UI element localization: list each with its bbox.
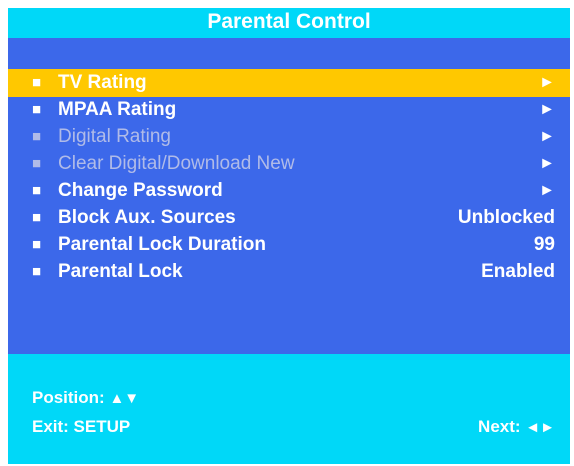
bullet-icon: ■	[32, 209, 42, 226]
menu-item-label: MPAA Rating	[58, 99, 177, 120]
menu-item-mpaa-rating[interactable]: ■ MPAA Rating ►	[8, 96, 570, 124]
footer-position-label: Position:	[32, 388, 105, 407]
menu-item-block-aux-sources[interactable]: ■ Block Aux. Sources Unblocked	[8, 204, 570, 232]
parental-control-osd: Parental Control ■ TV Rating ► ■ MPAA Ra…	[8, 8, 570, 464]
menu-item-clear-digital: ■ Clear Digital/Download New ►	[8, 150, 570, 178]
menu-item-label: Parental Lock	[58, 261, 183, 282]
menu-item-label: Digital Rating	[58, 126, 171, 147]
chevron-right-icon: ►	[539, 182, 555, 199]
up-down-arrows-icon: ▲▼	[109, 390, 140, 407]
menu-item-value: Unblocked	[457, 207, 555, 228]
bullet-icon: ■	[32, 128, 42, 145]
chevron-right-icon: ►	[539, 101, 555, 118]
left-right-arrows-icon: ◄►	[525, 419, 555, 436]
footer-exit-hint: Exit: SETUP	[32, 417, 131, 436]
chevron-right-icon: ►	[539, 74, 555, 91]
bullet-icon: ■	[32, 155, 42, 172]
menu-item-value: Enabled	[481, 261, 555, 282]
bullet-icon: ■	[32, 236, 42, 253]
chevron-right-icon: ►	[539, 155, 555, 172]
bullet-icon: ■	[32, 263, 42, 280]
menu-item-label: Block Aux. Sources	[58, 207, 236, 228]
menu-item-parental-lock[interactable]: ■ Parental Lock Enabled	[8, 258, 570, 286]
bullet-icon: ■	[32, 101, 42, 118]
chevron-right-icon: ►	[539, 128, 555, 145]
menu-item-tv-rating[interactable]: ■ TV Rating ►	[8, 69, 570, 97]
menu-item-parental-lock-duration[interactable]: ■ Parental Lock Duration 99	[8, 231, 570, 259]
menu-item-label: Clear Digital/Download New	[58, 153, 295, 174]
menu-item-digital-rating: ■ Digital Rating ►	[8, 123, 570, 151]
menu-item-label: Parental Lock Duration	[58, 234, 266, 255]
bullet-icon: ■	[32, 182, 42, 199]
menu-item-change-password[interactable]: ■ Change Password ►	[8, 177, 570, 205]
footer-next-label: Next:	[478, 417, 521, 436]
footer-position-hint: Position: ▲▼	[32, 388, 139, 408]
menu-item-value: 99	[533, 234, 555, 255]
menu-item-label: TV Rating	[58, 72, 147, 93]
bullet-icon: ■	[32, 74, 42, 91]
page-title: Parental Control	[207, 10, 371, 33]
menu-item-label: Change Password	[58, 180, 223, 201]
menu-list: ■ TV Rating ► ■ MPAA Rating ► ■ Digital …	[8, 38, 570, 354]
footer-next-hint: Next: ◄►	[478, 417, 555, 437]
